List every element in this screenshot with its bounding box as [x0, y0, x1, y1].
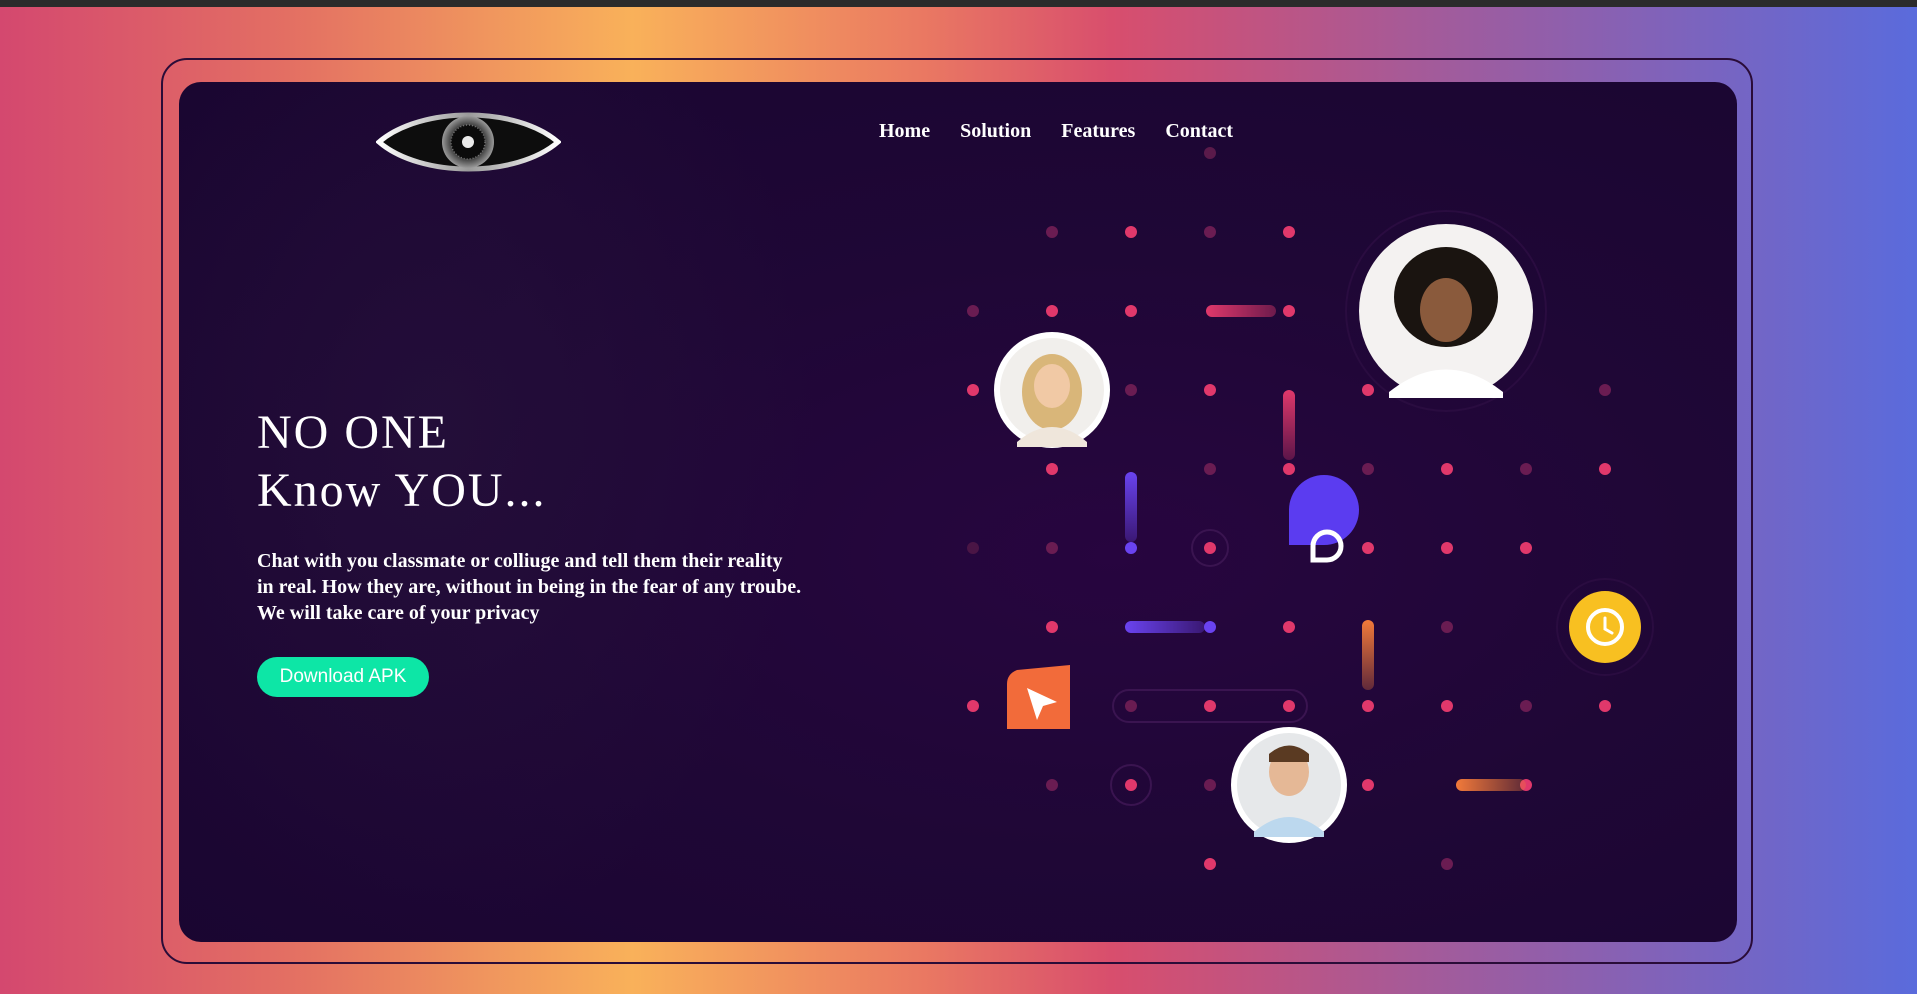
network-illustration [967, 147, 1654, 870]
nav-contact[interactable]: Contact [1165, 120, 1233, 143]
hero-card: Home Solution Features Contact NO ONE Kn… [179, 82, 1737, 942]
browser-top-bar [0, 0, 1917, 7]
eye-logo[interactable] [376, 110, 561, 174]
avatar-man [1231, 727, 1347, 843]
hero-description: Chat with you classmate or colliuge and … [257, 550, 802, 624]
nav-home[interactable]: Home [879, 120, 930, 143]
hero-headline: NO ONE Know YOU... [257, 404, 547, 520]
download-apk-button[interactable]: Download APK [257, 657, 429, 697]
send-arrow-icon [1007, 665, 1070, 729]
headline-line-2: Know YOU... [257, 464, 547, 517]
avatar-woman-curly [1345, 210, 1547, 412]
chat-bubble-icon [1289, 475, 1359, 563]
main-nav: Home Solution Features Contact [879, 120, 1233, 143]
avatar-woman-blonde [994, 332, 1110, 448]
headline-line-1: NO ONE [257, 406, 449, 459]
nav-solution[interactable]: Solution [960, 120, 1031, 143]
nav-features[interactable]: Features [1061, 120, 1135, 143]
clock-icon [1556, 578, 1654, 676]
